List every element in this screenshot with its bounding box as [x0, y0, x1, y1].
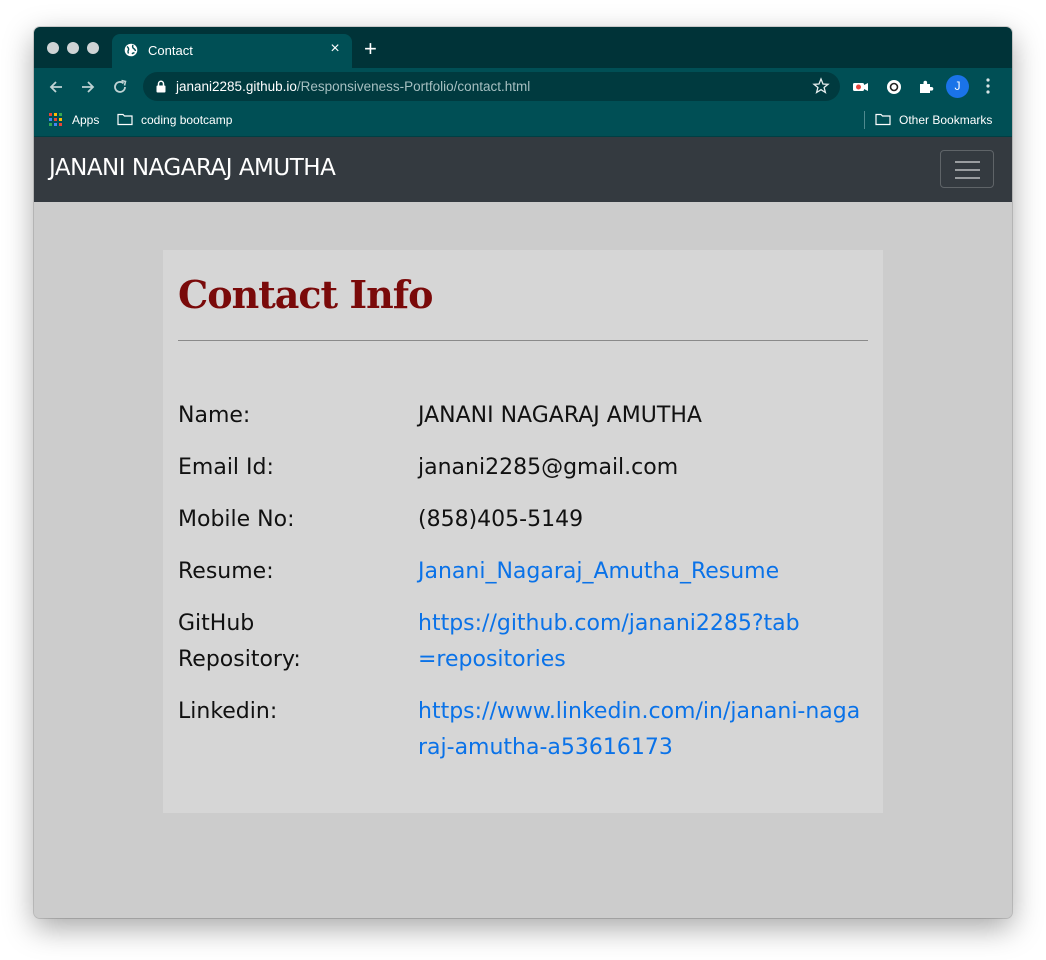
contact-label: Resume: [178, 559, 274, 584]
bookmarks-separator [864, 111, 865, 129]
reload-icon[interactable] [110, 77, 130, 97]
profile-avatar[interactable]: J [946, 75, 969, 98]
url-text: janani2285.github.io/Responsiveness-Port… [176, 79, 530, 94]
contact-title: Contact Info [178, 272, 433, 317]
close-window-button[interactable] [47, 42, 59, 54]
arrow-right-icon[interactable] [78, 77, 98, 97]
tab-title: Contact [148, 43, 193, 58]
folder-icon [117, 113, 133, 126]
contact-value: JANANI NAGARAJ AMUTHA [418, 403, 702, 428]
tab-contact[interactable]: Contact × [112, 34, 352, 68]
hamburger-icon [955, 177, 980, 179]
folder-icon [875, 113, 891, 126]
github-link[interactable]: https://github.com/janani2285?tab=reposi… [418, 606, 818, 678]
more-vertical-icon[interactable] [982, 76, 994, 96]
browser-toolbar: janani2285.github.io/Responsiveness-Port… [34, 68, 1012, 105]
new-tab-button[interactable]: + [364, 38, 377, 60]
bookmarks-bar: Apps coding bootcamp Other Bookmarks [34, 105, 1012, 137]
contact-card: Contact Info Name: JANANI NAGARAJ AMUTHA… [163, 250, 883, 813]
contact-label: Mobile No: [178, 507, 295, 532]
hamburger-icon [955, 169, 980, 171]
zoom-window-button[interactable] [87, 42, 99, 54]
contact-label: Email Id: [178, 455, 274, 480]
tab-strip: Contact × + [34, 27, 1012, 68]
site-navbar: JANANI NAGARAJ AMUTHA [34, 137, 1012, 202]
navbar-toggler-button[interactable] [940, 150, 994, 188]
hamburger-icon [955, 161, 980, 163]
web-page: JANANI NAGARAJ AMUTHA Contact Info Name:… [34, 137, 1012, 918]
apps-grid-icon[interactable] [49, 113, 63, 127]
bookmark-apps[interactable]: Apps [72, 113, 99, 127]
url-path: /Responsiveness-Portfolio/contact.html [296, 79, 531, 94]
url-host: janani2285.github.io [176, 79, 297, 94]
navbar-brand[interactable]: JANANI NAGARAJ AMUTHA [49, 155, 336, 181]
contact-label: GitHub Repository: [178, 611, 301, 672]
minimize-window-button[interactable] [67, 42, 79, 54]
star-icon[interactable] [812, 77, 830, 95]
globe-icon [124, 43, 138, 57]
bookmark-other-bookmarks[interactable]: Other Bookmarks [899, 113, 992, 127]
resume-link[interactable]: Janani_Nagaraj_Amutha_Resume [418, 554, 868, 590]
address-bar[interactable]: janani2285.github.io/Responsiveness-Port… [143, 72, 840, 101]
circle-extension-icon[interactable] [884, 77, 904, 97]
browser-window: Contact × + janani2285.github.io/Respons… [34, 27, 1012, 918]
screen-recorder-extension-icon[interactable] [850, 77, 870, 97]
bookmark-coding-bootcamp[interactable]: coding bootcamp [141, 113, 232, 127]
contact-label: Name: [178, 403, 251, 428]
lock-icon [156, 80, 166, 93]
title-divider [178, 340, 868, 341]
contact-value: janani2285@gmail.com [418, 455, 679, 480]
contact-label: Linkedin: [178, 699, 278, 724]
linkedin-link[interactable]: https://www.linkedin.com/in/janani-nagar… [418, 694, 868, 766]
puzzle-extensions-icon[interactable] [916, 77, 936, 97]
contact-value: (858)405-5149 [418, 507, 584, 532]
tab-close-icon[interactable]: × [326, 40, 344, 58]
arrow-left-icon[interactable] [46, 77, 66, 97]
